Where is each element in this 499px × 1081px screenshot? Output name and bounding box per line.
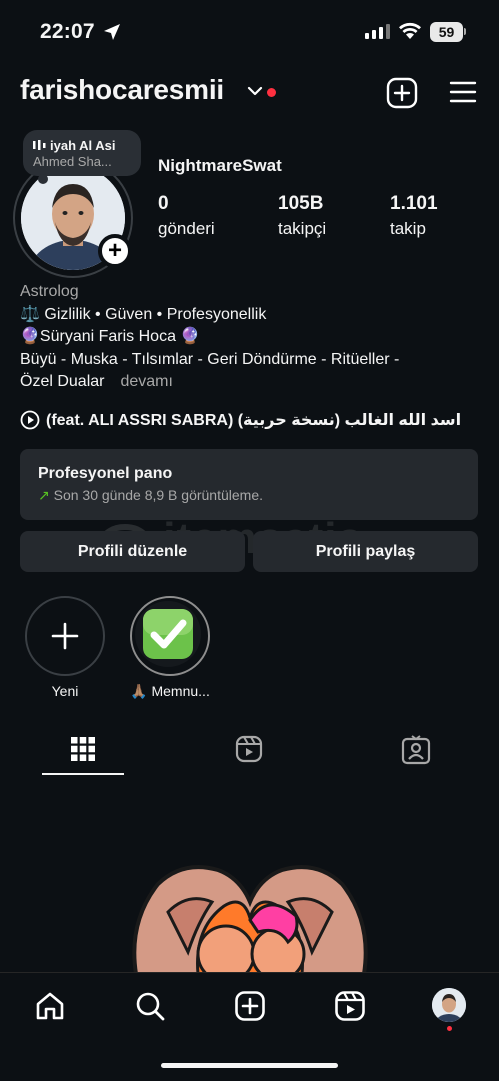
- menu-icon[interactable]: [449, 80, 477, 104]
- search-icon[interactable]: [134, 990, 166, 1022]
- music-text: اسد الله الغالب (نسخة حربية) (feat. ALI …: [46, 412, 462, 429]
- highlight-memnun-cover: [135, 601, 201, 667]
- stat-posts[interactable]: 0 gönderi: [158, 193, 215, 239]
- bio-more-link[interactable]: devamı: [120, 373, 172, 390]
- note-title-text: iyah Al Asi: [50, 138, 116, 153]
- profile-username[interactable]: farishocaresmii: [20, 74, 224, 106]
- highlight-memnun[interactable]: [130, 596, 210, 676]
- stat-following[interactable]: 1.101 takip: [390, 193, 438, 239]
- professional-dashboard[interactable]: Profesyonel pano ↗ Son 30 günde 8,9 B gö…: [20, 449, 478, 520]
- battery-level: 59: [430, 22, 463, 42]
- display-name: NightmareSwat: [158, 156, 282, 175]
- tagged-tab-icon[interactable]: [401, 735, 431, 765]
- plus-icon: [51, 622, 79, 650]
- edit-profile-button[interactable]: Profili düzenle: [20, 531, 245, 572]
- wifi-icon: [399, 22, 421, 39]
- stat-following-value: 1.101: [390, 193, 438, 214]
- bio-line-2: 🔮Süryani Faris Hoca 🔮: [20, 328, 201, 345]
- audio-bars-icon: [33, 140, 46, 150]
- profile-music[interactable]: اسد الله الغالب (نسخة حربية) (feat. ALI …: [20, 410, 461, 430]
- home-indicator: [161, 1063, 338, 1068]
- note-tail: [38, 174, 48, 184]
- play-circle-icon: [20, 410, 40, 430]
- stat-followers-value: 105B: [278, 193, 324, 214]
- stat-followers-label: takipçi: [278, 219, 327, 238]
- share-profile-button[interactable]: Profili paylaş: [253, 531, 478, 572]
- empty-state-illustration: [132, 865, 368, 974]
- highlight-new-ring: [25, 596, 105, 676]
- add-story-icon[interactable]: +: [98, 234, 132, 268]
- highlight-new-label: Yeni: [51, 683, 79, 699]
- dashboard-subtitle-row: ↗ Son 30 günde 8,9 B görüntüleme.: [38, 487, 460, 504]
- cellular-signal-icon: [365, 24, 390, 39]
- note-subtitle: Ahmed Sha...: [33, 154, 112, 169]
- bio-category: Astrolog: [20, 283, 79, 300]
- bio-line-4: Özel Dualar: [20, 373, 105, 390]
- stat-posts-label: gönderi: [158, 219, 215, 238]
- stat-following-label: takip: [390, 219, 426, 238]
- reels-icon[interactable]: [334, 990, 366, 1022]
- create-post-icon[interactable]: [386, 77, 418, 109]
- dashboard-title: Profesyonel pano: [38, 465, 173, 482]
- highlight-memnun-label: 🙏🏽 Memnu...: [130, 683, 210, 699]
- create-icon[interactable]: [234, 990, 266, 1022]
- chevron-down-icon[interactable]: [247, 85, 263, 97]
- profile-bio: Astrolog ⚖️ Gizlilik • Güven • Profesyon…: [20, 281, 485, 394]
- active-tab-indicator: [42, 773, 124, 775]
- home-icon[interactable]: [34, 990, 66, 1022]
- check-mark-icon: [143, 609, 193, 659]
- stat-followers[interactable]: 105B takipçi: [278, 193, 326, 239]
- profile-nav-avatar[interactable]: [432, 988, 466, 1022]
- note-title: iyah Al Asi: [33, 138, 131, 153]
- bio-line-3: Büyü - Muska - Tılsımlar - Geri Döndürme…: [20, 350, 400, 368]
- notification-dot: [267, 88, 276, 97]
- highlight-new[interactable]: [25, 596, 105, 676]
- note-bubble[interactable]: iyah Al Asi Ahmed Sha...: [23, 130, 141, 176]
- dashboard-subtitle: Son 30 günde 8,9 B görüntüleme.: [53, 487, 264, 503]
- status-time: 22:07: [40, 20, 95, 43]
- highlight-memnun-ring: [130, 596, 210, 676]
- profile-notification-dot: [447, 1026, 452, 1031]
- location-arrow-icon: [104, 24, 120, 40]
- grid-icon[interactable]: [71, 737, 95, 761]
- trend-up-icon: ↗: [38, 487, 50, 503]
- stat-posts-value: 0: [158, 193, 169, 214]
- bio-line-1: ⚖️ Gizlilik • Güven • Profesyonellik: [20, 305, 267, 323]
- battery-tip: [464, 28, 466, 35]
- reels-tab-icon[interactable]: [235, 735, 263, 763]
- bio-line-4-wrap: Özel Dualar devamı: [20, 371, 485, 394]
